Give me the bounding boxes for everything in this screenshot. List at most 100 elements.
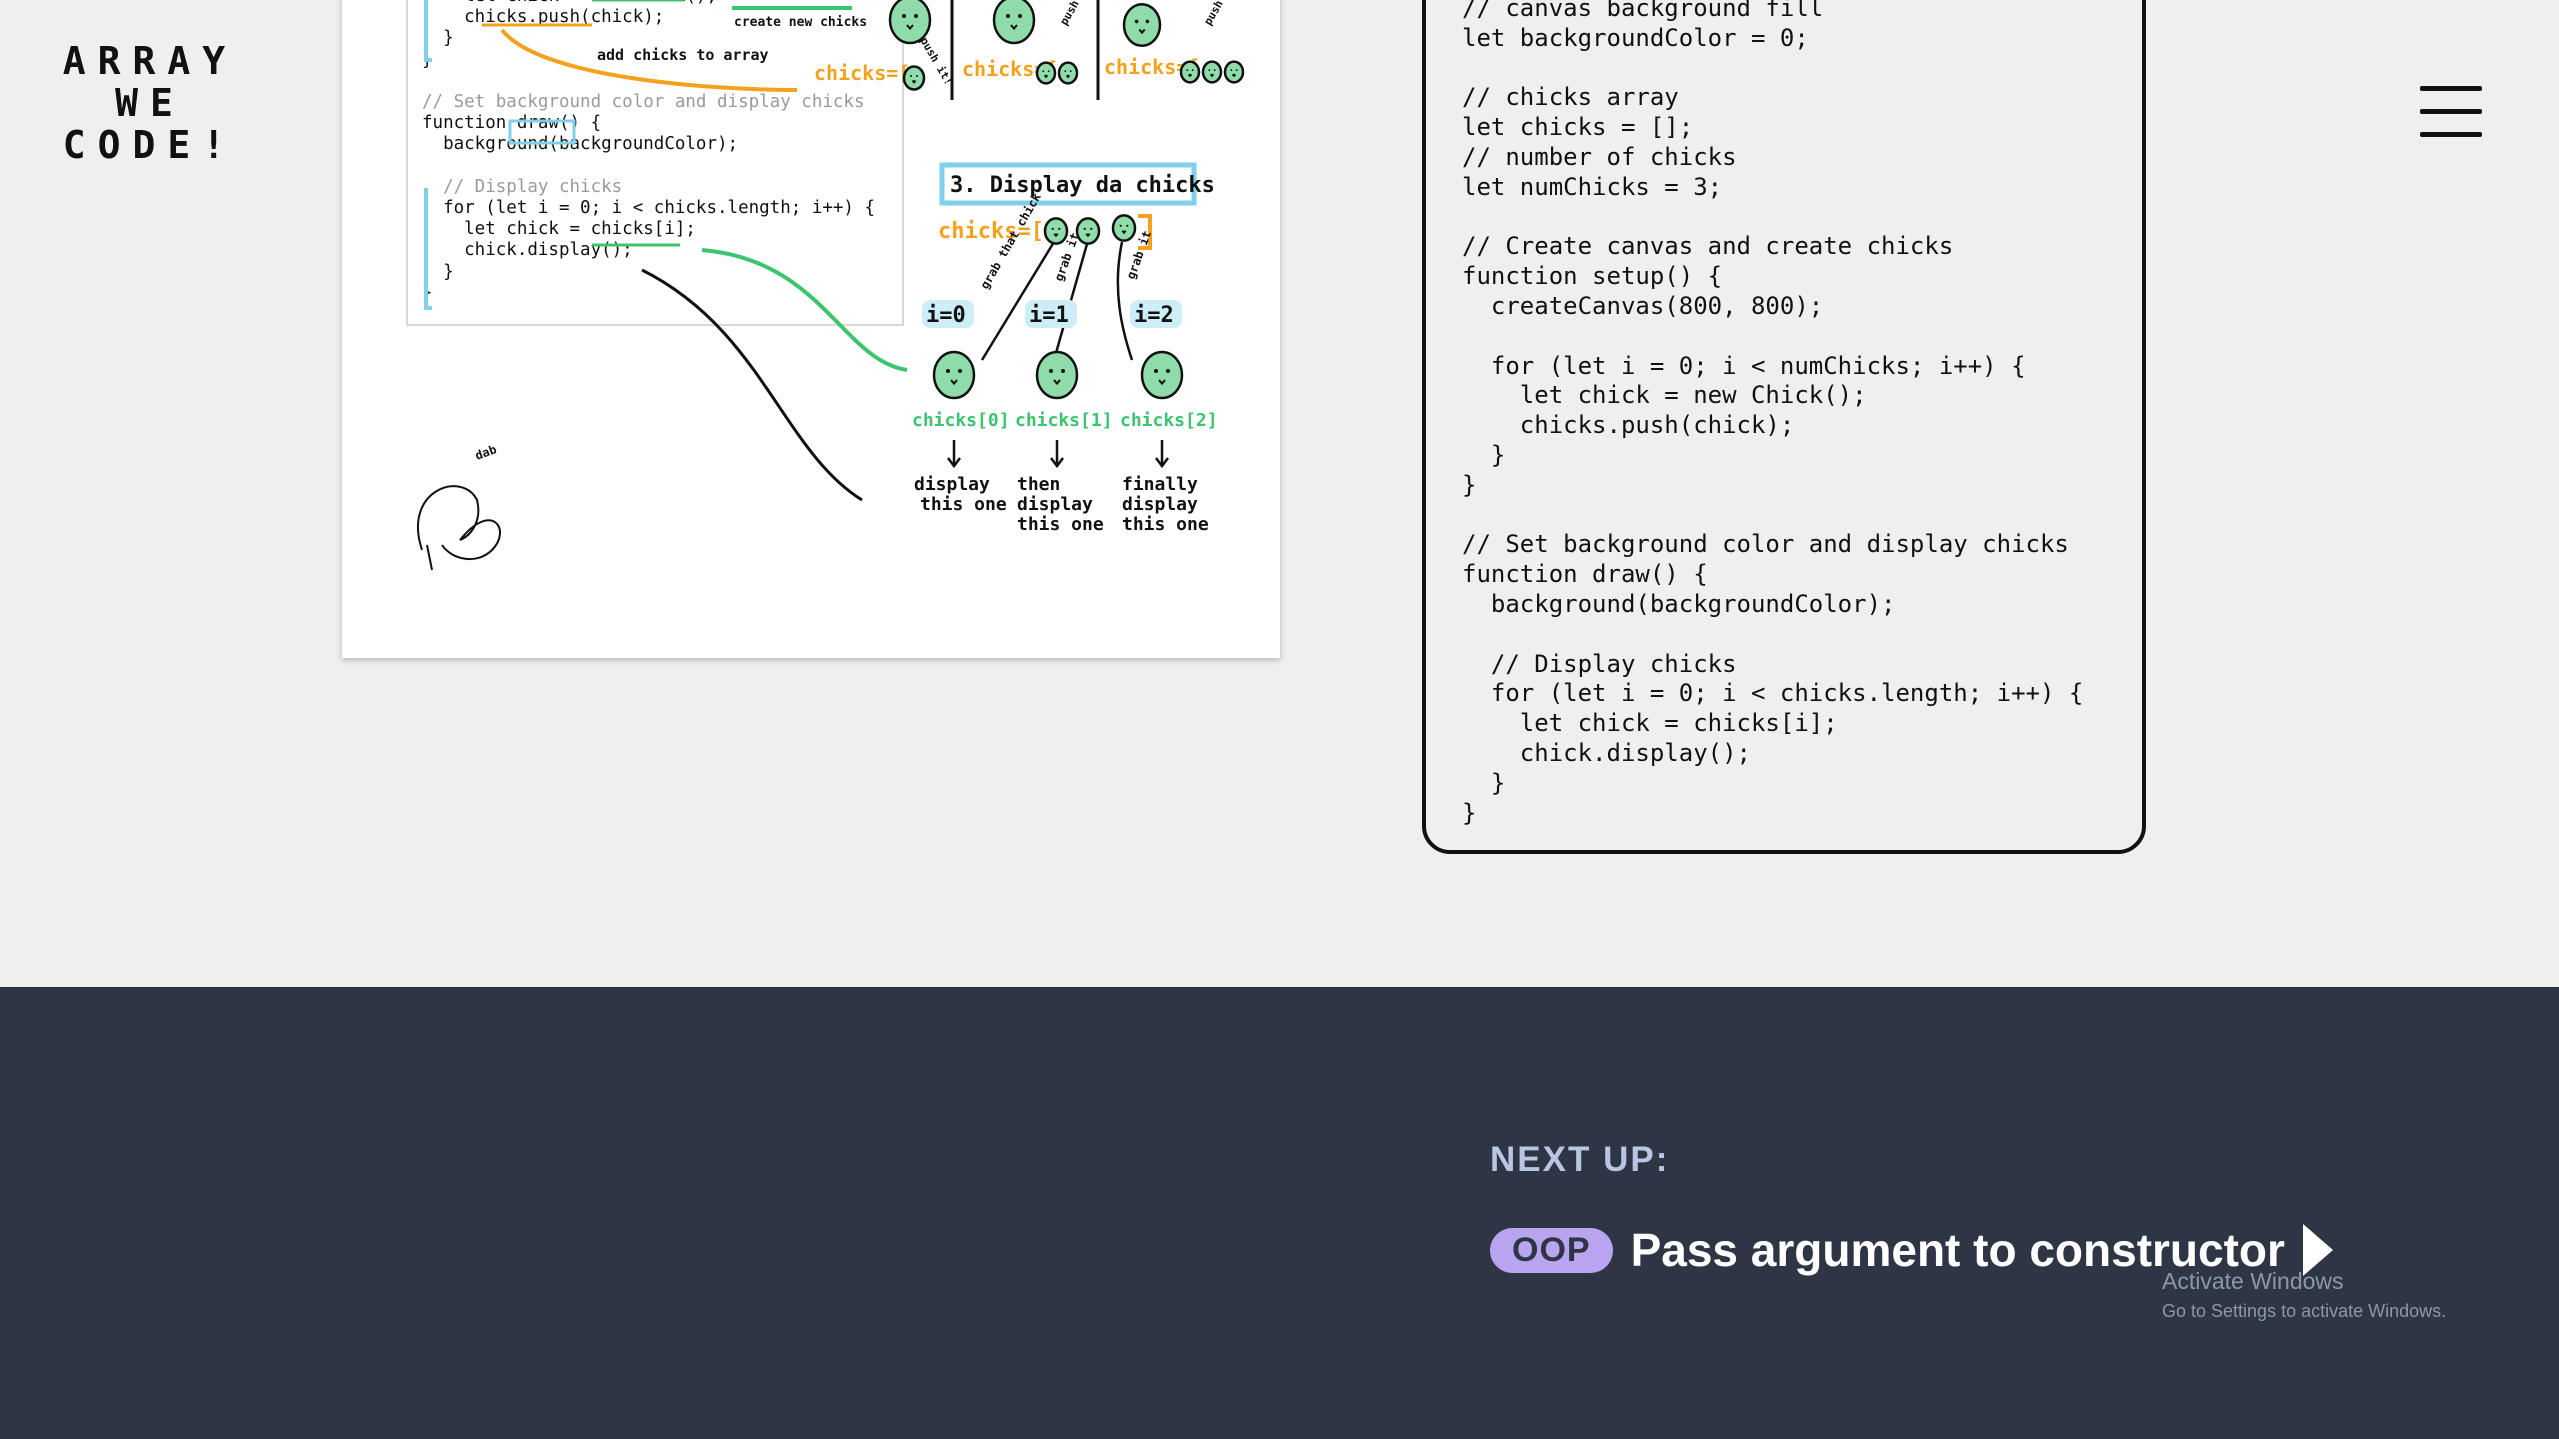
chick-index-0 [932, 350, 976, 400]
chick-top-1-eye [914, 14, 918, 18]
mini-chick-beak [1065, 74, 1071, 79]
code-line: } [1462, 470, 1477, 499]
code-line: for (let i = 0; i < numChicks; i++) { [1462, 351, 2026, 380]
highlight-bracket [424, 0, 432, 62]
chick-index-2 [1140, 350, 1184, 400]
code-line: function setup() { [1462, 262, 1723, 291]
mini-chick-eye [1186, 69, 1189, 72]
mini-chick [1223, 60, 1245, 84]
mini-chick [1035, 61, 1057, 85]
windows-activation-watermark: Activate Windows Go to Settings to activ… [2162, 1268, 2446, 1322]
array-chick-eye [1119, 224, 1122, 227]
chick-top-2-eye [1006, 14, 1010, 18]
mini-chick [1057, 61, 1079, 85]
mini-chick-eye [1064, 70, 1067, 73]
mini-chick-beak [1209, 73, 1215, 78]
arrow-black-long [641, 268, 863, 502]
signature-doodle [416, 485, 501, 571]
next-up-label: NEXT UP: [1490, 1140, 1670, 1179]
note-add-chicks: add chicks to array [597, 46, 769, 64]
code-line: chicks.push(chick); [1462, 411, 1795, 440]
display-note: this one [920, 494, 1007, 515]
mini-chick-eye [1230, 69, 1233, 72]
arrow-down [1155, 440, 1169, 469]
display-note: this one [1017, 514, 1104, 535]
mini-chick-eye [1213, 69, 1216, 72]
push-label: push it! [1057, 0, 1095, 28]
signature-text: dab [473, 442, 498, 463]
logo-line-3: CODE! [62, 123, 238, 167]
code-line: // number of chicks [1462, 142, 1737, 171]
array-chick [1043, 217, 1069, 245]
mini-chick-eye [1191, 69, 1194, 72]
code-panel: // canvas background fill let backgroundC… [1422, 0, 2146, 854]
code-line: // Set background color and display chic… [1462, 530, 2069, 559]
logo-line-1: ARRAY [62, 39, 238, 83]
logo-line-2: WE [115, 81, 185, 125]
code-line: // chicks array [1462, 83, 1679, 112]
code-line: } [1462, 798, 1477, 827]
display-note: then [1017, 474, 1060, 495]
code-line: createCanvas(800, 800); [1462, 291, 1824, 320]
chick-index-2-eye [1166, 369, 1170, 373]
array-chick [1111, 214, 1137, 242]
display-note: display [1122, 494, 1198, 515]
chick-element-label: chicks[2] [1120, 410, 1218, 431]
display-note: this one [1122, 514, 1209, 535]
code-line: function draw() { [1462, 560, 1708, 589]
chick-index-0-eye [958, 369, 962, 373]
code-line: let backgroundColor = 0; [1462, 23, 1809, 52]
code-line: // Display chicks [1462, 649, 1737, 678]
index-label: i=0 [926, 303, 966, 328]
chick-top-3-eye [1134, 19, 1139, 24]
code-line: for (let i = 0; i < chicks.length; i++) … [1462, 679, 2084, 708]
mini-chick-eye [1208, 69, 1211, 72]
index-label: i=1 [1029, 303, 1069, 328]
mini-chick-eye [1042, 70, 1045, 73]
chick-element-label: chicks[1] [1015, 410, 1113, 431]
footer [0, 987, 2559, 1439]
array-chick-eye [1083, 227, 1086, 230]
mini-chick-beak [911, 79, 917, 84]
code-line: background(backgroundColor); [1462, 589, 1896, 618]
section-title: 3. Display da chicks [950, 173, 1215, 198]
index-label: i=2 [1134, 303, 1174, 328]
array-chick-eye [1126, 224, 1129, 227]
array-chick-eye [1058, 227, 1061, 230]
mini-chick [902, 65, 926, 91]
chick-top-3-eye [1145, 19, 1150, 24]
array-chick-eye [1051, 227, 1054, 230]
mini-chick-eye [916, 75, 918, 77]
mini-chick-eye [910, 75, 912, 77]
chick-index-1-eye [1061, 369, 1065, 373]
code-line: chick.display(); [1462, 738, 1751, 767]
chick-index-1 [1035, 350, 1079, 400]
chick-top-1 [888, 0, 932, 45]
code-line: // canvas background fill [1462, 0, 1824, 22]
mini-chick [1179, 60, 1201, 84]
chick-top-2 [992, 0, 1036, 45]
topic-badge: OOP [1490, 1227, 1613, 1273]
mini-chick-beak [1043, 74, 1049, 79]
mini-chick-eye [1235, 69, 1238, 72]
chick-index-2-eye [1154, 369, 1158, 373]
note-create-chicks: create new chicks [734, 15, 867, 30]
chick-top-1-eye [902, 14, 906, 18]
mini-chick-eye [1047, 70, 1050, 73]
chick-top-2-eye [1018, 14, 1022, 18]
chick-index-0-eye [946, 369, 950, 373]
code-panel-text: // canvas background fill let backgroundC… [1462, 0, 2083, 828]
chick-top-3 [1122, 3, 1162, 47]
watermark-title: Activate Windows [2162, 1268, 2344, 1294]
mini-chick [1201, 60, 1223, 84]
code-line: } [1462, 768, 1506, 797]
code-line: let chicks = []; [1462, 113, 1694, 142]
mini-chick-beak [1231, 73, 1237, 78]
push-label: push it! [1201, 0, 1239, 28]
hamburger-menu-icon[interactable] [2420, 84, 2486, 138]
site-logo[interactable]: ARRAY WE CODE! [60, 40, 240, 166]
